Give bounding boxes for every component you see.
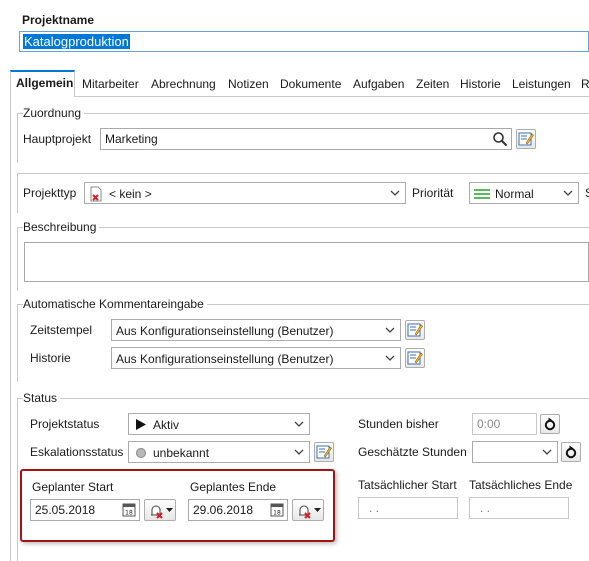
stunden-bisher-label: Stunden bisher (358, 417, 439, 431)
tab-allgemein[interactable]: Allgemein (10, 70, 75, 97)
tab-r[interactable]: R (581, 72, 589, 96)
tab-zeiten[interactable]: Zeiten (416, 72, 449, 96)
chevron-down-icon (389, 186, 401, 200)
tab-abrechnung[interactable]: Abrechnung (151, 72, 216, 96)
zuordnung-title: Zuordnung (23, 106, 85, 120)
tab-aufgaben[interactable]: Aufgaben (353, 72, 404, 96)
geplanter-start-reminder-button[interactable] (144, 499, 176, 521)
cut-label-s: S (585, 186, 589, 200)
tats-start-label: Tatsächlicher Start (358, 478, 457, 492)
stunden-bisher-value: 0:00 (477, 417, 501, 431)
historie-edit-button[interactable] (405, 348, 425, 368)
calendar-icon[interactable]: 18 (122, 502, 136, 520)
geplanter-start-field[interactable]: 25.05.2018 18 (30, 499, 140, 521)
chevron-down-icon (293, 417, 305, 431)
projektstatus-label: Projektstatus (30, 417, 100, 431)
calendar-icon[interactable]: 18 (270, 502, 284, 520)
edit-icon (407, 323, 423, 337)
projektstatus-value: Aktiv (153, 418, 180, 432)
projekttyp-value: < kein > (109, 187, 152, 201)
tab-historie[interactable]: Historie (460, 72, 501, 96)
geplantes-ende-value: 29.06.2018 (193, 503, 254, 517)
tab-strip-bottom-line (10, 96, 589, 97)
refresh-icon (565, 445, 577, 459)
chevron-down-icon (314, 508, 321, 512)
beschreibung-title: Beschreibung (23, 220, 100, 234)
tats-start-value: . . (369, 501, 380, 515)
project-name-value: Katalogproduktion (23, 34, 130, 49)
stunden-bisher-refresh-button[interactable] (540, 414, 560, 434)
chevron-down-icon (384, 351, 396, 365)
chevron-down-icon (293, 445, 305, 459)
tats-start-field: . . (358, 497, 458, 519)
bell-disabled-icon (151, 505, 163, 519)
play-icon (135, 418, 147, 434)
stunden-bisher-field: 0:00 (472, 413, 537, 435)
geschaetzte-label: Geschätzte Stunden (358, 445, 467, 459)
geschaetzte-select[interactable] (472, 441, 558, 463)
chevron-down-icon (166, 508, 173, 512)
prioritaet-value: Normal (495, 187, 534, 201)
zeitstempel-label: Zeitstempel (30, 323, 93, 337)
search-icon[interactable] (492, 131, 508, 149)
tab-dokumente[interactable]: Dokumente (280, 72, 341, 96)
tab-mitarbeiter[interactable]: Mitarbeiter (82, 72, 139, 96)
kommentar-title: Automatische Kommentareingabe (23, 297, 207, 311)
edit-icon (407, 351, 423, 365)
edit-icon (316, 445, 332, 459)
geplantes-ende-field[interactable]: 29.06.2018 18 (188, 499, 288, 521)
historie-select[interactable]: Aus Konfigurationseinstellung (Benutzer) (111, 347, 401, 369)
geschaetzte-refresh-button[interactable] (561, 442, 581, 462)
tab-content-border (10, 96, 11, 561)
tats-ende-label: Tatsächliches Ende (469, 478, 573, 492)
tats-ende-value: . . (480, 501, 491, 515)
chevron-down-icon (541, 445, 553, 459)
bell-disabled-icon (299, 505, 311, 519)
zeitstempel-edit-button[interactable] (405, 320, 425, 340)
project-name-label: Projektname (22, 13, 95, 27)
eskalation-value: unbekannt (153, 446, 210, 460)
svg-text:18: 18 (125, 510, 133, 517)
geplantes-ende-label: Geplantes Ende (190, 480, 277, 494)
projekttyp-select[interactable]: < kein > (84, 182, 406, 204)
hauptprojekt-value: Marketing (105, 132, 158, 146)
hauptprojekt-field[interactable]: Marketing (100, 128, 512, 150)
hauptprojekt-edit-button[interactable] (516, 129, 536, 149)
projektstatus-select[interactable]: Aktiv (128, 413, 310, 435)
status-title: Status (23, 391, 61, 405)
kommentar-group (17, 304, 589, 382)
project-name-input[interactable]: Katalogproduktion (19, 31, 589, 52)
projekttyp-label: Projekttyp (23, 186, 77, 200)
tab-allgemein-label: Allgemein (16, 76, 74, 90)
edit-icon (518, 132, 534, 146)
prioritaet-label: Priorität (412, 186, 454, 200)
zeitstempel-select[interactable]: Aus Konfigurationseinstellung (Benutzer) (111, 319, 401, 341)
tats-ende-field: . . (469, 497, 569, 519)
projekttyp-icon (89, 186, 103, 203)
tab-leistungen[interactable]: Leistungen (512, 72, 571, 96)
hauptprojekt-label: Hauptprojekt (23, 132, 92, 146)
beschreibung-textarea[interactable] (24, 242, 589, 282)
eskalation-select[interactable]: unbekannt (128, 441, 310, 463)
tab-notizen[interactable]: Notizen (228, 72, 269, 96)
chevron-down-icon (562, 186, 574, 200)
historie-label: Historie (30, 351, 71, 365)
eskalation-label: Eskalationsstatus (30, 445, 124, 459)
refresh-icon (544, 417, 556, 431)
chevron-down-icon (384, 323, 396, 337)
status-dot-icon (135, 447, 147, 462)
priority-normal-icon (474, 188, 490, 203)
eskalation-edit-button[interactable] (314, 442, 334, 462)
geplanter-start-label: Geplanter Start (32, 480, 114, 494)
geplanter-start-value: 25.05.2018 (35, 503, 96, 517)
zeitstempel-value: Aus Konfigurationseinstellung (Benutzer) (116, 324, 334, 338)
historie-value: Aus Konfigurationseinstellung (Benutzer) (116, 352, 334, 366)
geplantes-ende-reminder-button[interactable] (292, 499, 324, 521)
prioritaet-select[interactable]: Normal (469, 182, 579, 204)
svg-text:18: 18 (273, 510, 281, 517)
